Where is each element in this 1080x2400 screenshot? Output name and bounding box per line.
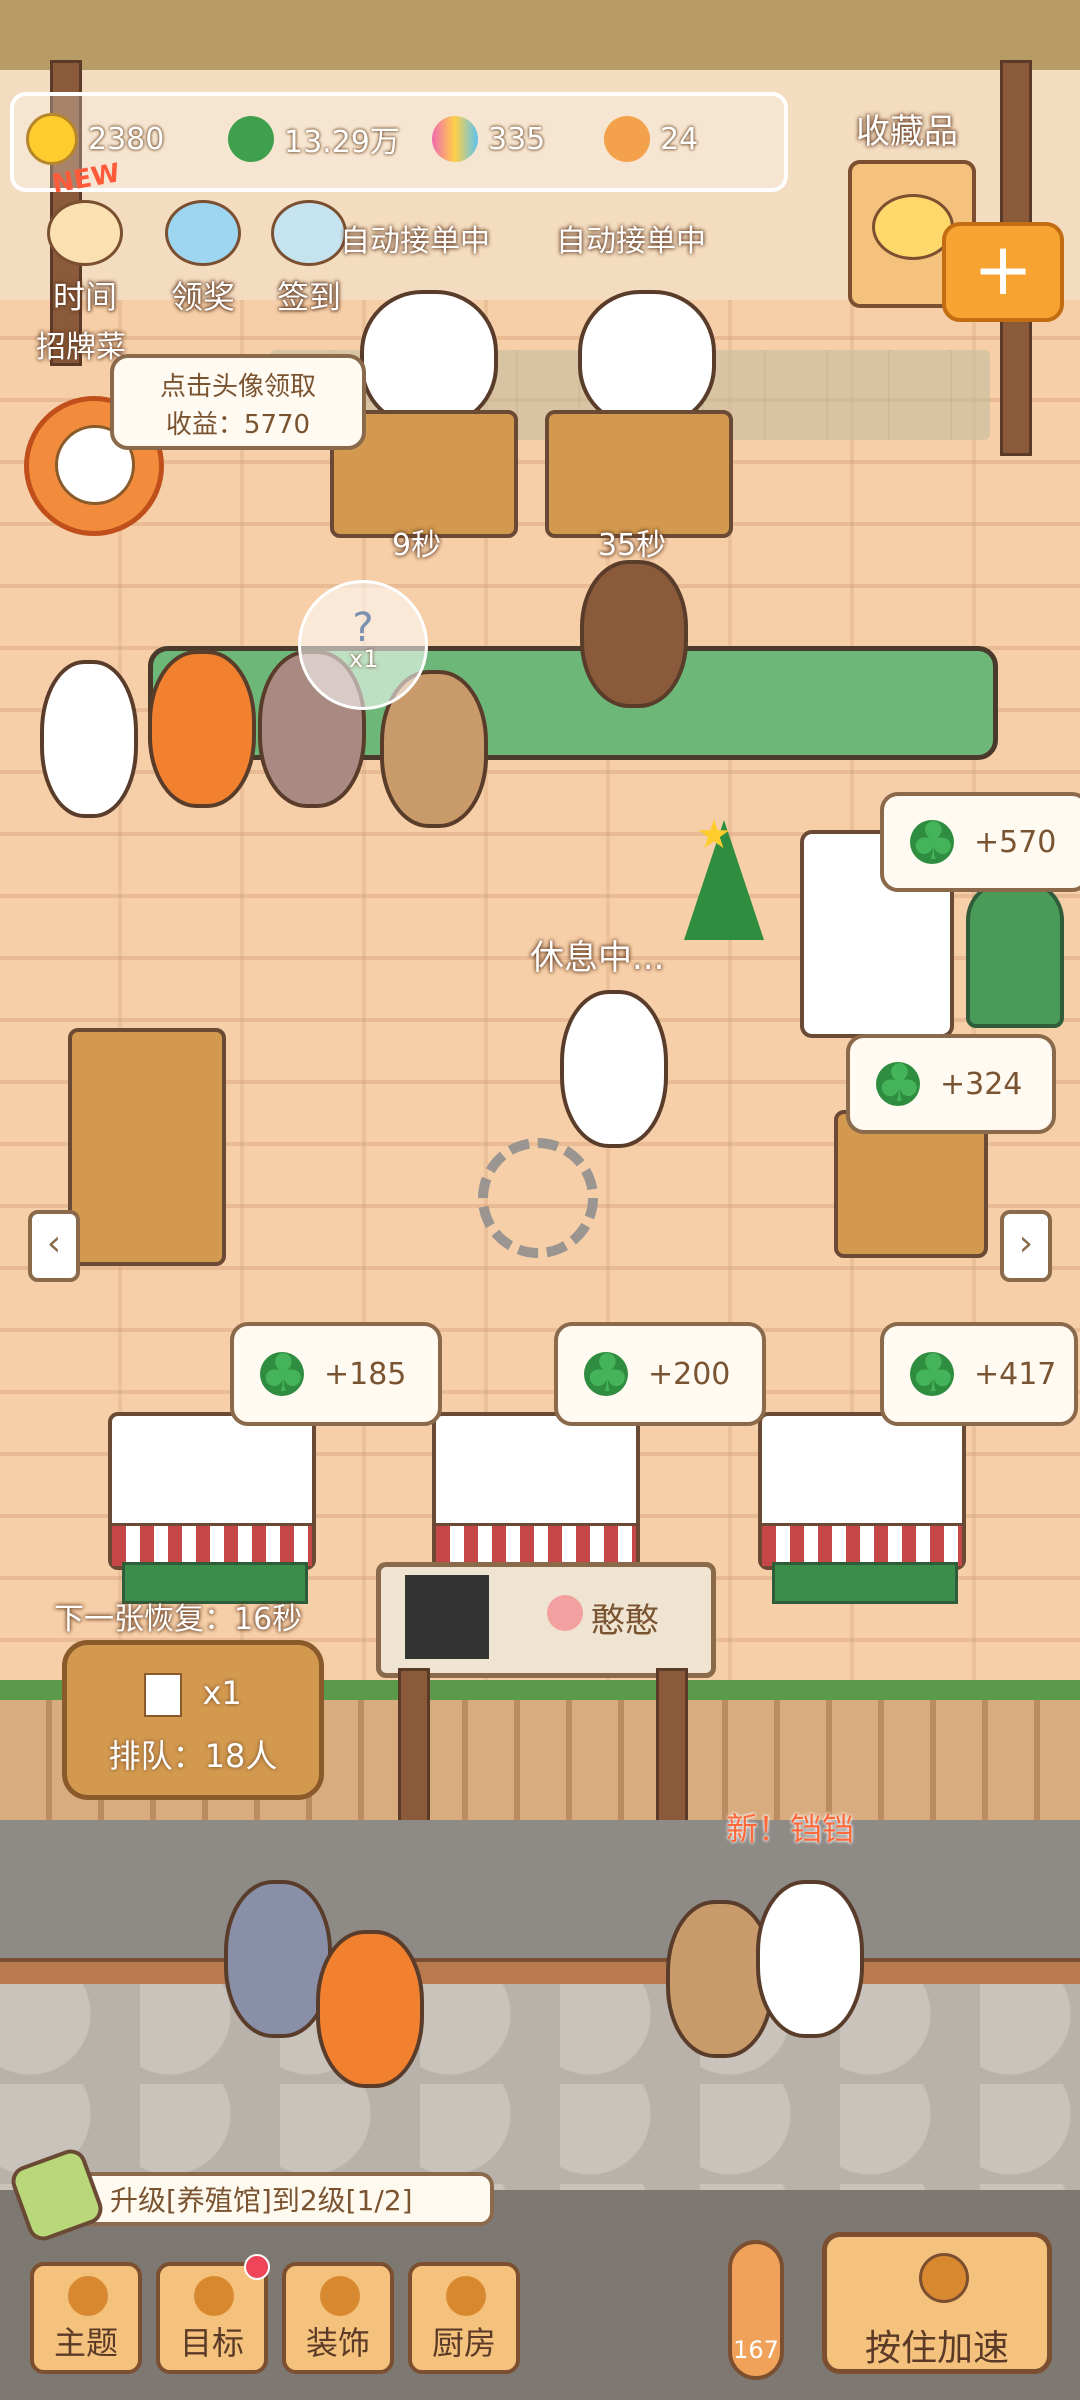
rabbit-guest[interactable] bbox=[40, 660, 138, 818]
target-icon bbox=[194, 2276, 234, 2316]
ticket-count: x1 bbox=[67, 1673, 319, 1717]
dining-table-1[interactable] bbox=[108, 1412, 316, 1604]
waiter-status: 休息中... bbox=[530, 938, 665, 978]
checkin-icon bbox=[271, 200, 347, 266]
paw-counter[interactable]: 24 bbox=[604, 112, 698, 166]
collection-label: 收藏品 bbox=[856, 112, 958, 152]
reward-bubble-table-3[interactable]: +417 bbox=[880, 1322, 1078, 1426]
bear-guest[interactable] bbox=[580, 560, 688, 708]
chef-status-2: 自动接单中 bbox=[556, 224, 706, 259]
star-counter[interactable]: 2380 bbox=[26, 112, 164, 166]
reward-bubble-machine-top[interactable]: +570 bbox=[880, 792, 1080, 892]
gate-post-right bbox=[656, 1668, 688, 1834]
reward-button[interactable]: 领奖 bbox=[148, 200, 258, 320]
ticket-icon bbox=[144, 1673, 183, 1717]
fox-guest[interactable] bbox=[148, 650, 256, 808]
bear-chef-2[interactable] bbox=[578, 290, 716, 428]
play-icon bbox=[919, 2253, 969, 2303]
task-bar[interactable]: 升级[养殖馆]到2级[1/2] bbox=[66, 2172, 494, 2226]
queue-sign[interactable]: x1 排队：18人 bbox=[62, 1640, 324, 1800]
road bbox=[0, 1820, 1080, 1980]
nav-decor-button[interactable]: 装饰 bbox=[282, 2262, 394, 2374]
paw-icon bbox=[604, 116, 650, 162]
clover-icon bbox=[910, 812, 954, 872]
nav-kitchen-button[interactable]: 厨房 bbox=[408, 2262, 520, 2374]
clock-icon bbox=[47, 200, 123, 266]
pig-icon bbox=[547, 1595, 583, 1631]
clover-icon bbox=[260, 1344, 304, 1404]
notification-dot bbox=[244, 2254, 270, 2280]
scroll-right-arrow[interactable]: › bbox=[1000, 1210, 1052, 1282]
pot-icon bbox=[446, 2276, 486, 2316]
fox-guest-street[interactable] bbox=[316, 1930, 424, 2088]
mystery-bubble[interactable]: ? x1 bbox=[298, 580, 428, 710]
wand-icon bbox=[68, 2276, 108, 2316]
dining-table-3[interactable] bbox=[758, 1412, 966, 1604]
clover-icon bbox=[228, 116, 274, 162]
clover-icon bbox=[584, 1344, 628, 1404]
sheep-guest-street[interactable] bbox=[756, 1880, 864, 2038]
clover-counter[interactable]: 13.29万 bbox=[228, 112, 400, 166]
signature-dish-label: 招牌菜 bbox=[36, 330, 126, 365]
gumball-machine[interactable] bbox=[966, 880, 1064, 1028]
next-recover-label: 下一张恢复：16秒 bbox=[54, 1602, 303, 1637]
stove-2[interactable] bbox=[545, 410, 733, 538]
stone-pavement bbox=[0, 1984, 1080, 2194]
speed-up-button[interactable]: 按住加速 bbox=[822, 2232, 1052, 2374]
energy-gauge: 167 bbox=[728, 2240, 784, 2380]
cat-waiter[interactable] bbox=[560, 990, 668, 1148]
stove-timer-1: 9秒 bbox=[392, 528, 442, 563]
bear-chef-1[interactable] bbox=[360, 290, 498, 428]
candy-counter[interactable]: 335 bbox=[432, 112, 545, 166]
time-button[interactable]: 时间 bbox=[30, 200, 140, 320]
clover-icon bbox=[876, 1054, 920, 1114]
dessert-rack[interactable] bbox=[68, 1028, 226, 1266]
new-guest-label: 新！铛铛 bbox=[726, 1810, 855, 1848]
gift-icon bbox=[165, 200, 241, 266]
nav-theme-button[interactable]: 主题 bbox=[30, 2262, 142, 2374]
roof bbox=[0, 0, 1080, 76]
reward-bubble-table-2[interactable]: +200 bbox=[554, 1322, 766, 1426]
star-icon bbox=[26, 113, 78, 165]
stove-timer-2: 35秒 bbox=[598, 528, 667, 563]
reward-bubble-machine-mid[interactable]: +324 bbox=[846, 1034, 1056, 1134]
candy-icon bbox=[432, 116, 478, 162]
guest-portrait bbox=[405, 1575, 489, 1659]
dining-table-2[interactable] bbox=[432, 1412, 640, 1604]
paint-roller-icon bbox=[320, 2276, 360, 2316]
gate-post-left bbox=[398, 1668, 430, 1834]
loading-spinner-icon bbox=[478, 1138, 598, 1258]
clover-icon bbox=[910, 1344, 954, 1404]
scroll-left-arrow[interactable]: ‹ bbox=[28, 1210, 80, 1282]
reward-bubble-table-1[interactable]: +185 bbox=[230, 1322, 442, 1426]
tree-star-icon: ★ bbox=[696, 812, 732, 858]
gate-sign[interactable]: 憨憨 bbox=[376, 1562, 716, 1678]
chef-status-1: 自动接单中 bbox=[340, 224, 490, 259]
add-button[interactable]: + bbox=[942, 222, 1064, 322]
signature-tooltip[interactable]: 点击头像领取 收益：5770 bbox=[110, 354, 366, 450]
